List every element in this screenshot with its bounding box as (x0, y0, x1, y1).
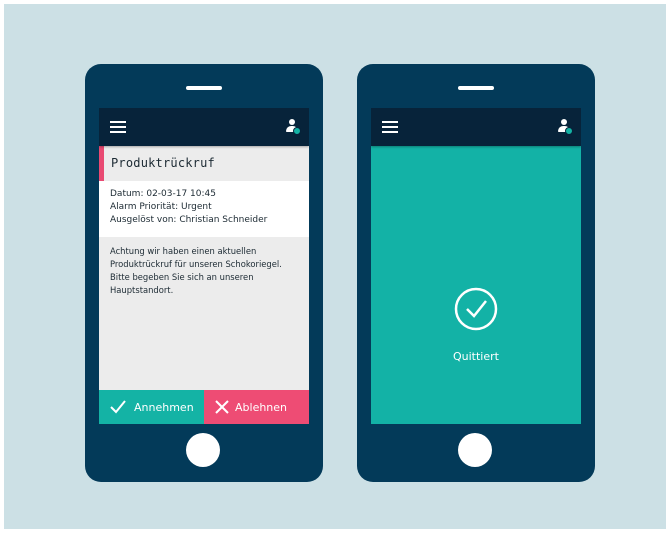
decline-button[interactable]: Ablehnen (204, 390, 309, 424)
alert-message-line: Produktrückruf für unseren Schokoriegel. (110, 259, 282, 269)
alert-title: Produktrückruf (111, 156, 215, 170)
phone-speaker (186, 86, 222, 90)
alert-message-line: Hauptstandort. (110, 285, 174, 295)
alert-meta-card: Datum: 02-03-17 10:45 Alarm Priorität: U… (99, 181, 309, 237)
alert-triggered-by: Ausgelöst von: Christian Schneider (110, 215, 268, 225)
home-button[interactable] (458, 433, 492, 467)
x-icon (215, 400, 229, 414)
alert-priority: Alarm Priorität: Urgent (110, 202, 212, 212)
confirmed-status-label: Quittiert (453, 350, 499, 363)
alert-actions: Annehmen Ablehnen (99, 390, 309, 424)
decline-button-label: Ablehnen (235, 401, 288, 414)
app-bar (99, 108, 309, 146)
checkmark-icon (110, 400, 126, 414)
phone-confirmed: Quittiert (357, 64, 595, 482)
user-status-icon[interactable] (557, 119, 573, 135)
home-button[interactable] (186, 433, 220, 467)
alert-date: Datum: 02-03-17 10:45 (110, 189, 216, 199)
illustration-background: Produktrückruf Datum: 02-03-17 10:45 Ala… (4, 4, 666, 529)
circle-check-icon (454, 287, 498, 331)
app-bar (371, 108, 581, 146)
hamburger-menu-icon[interactable] (382, 121, 398, 133)
accept-button-label: Annehmen (134, 401, 194, 414)
confirmed-screen: Quittiert (371, 108, 581, 424)
alert-screen: Produktrückruf Datum: 02-03-17 10:45 Ala… (99, 108, 309, 424)
phone-speaker (458, 86, 494, 90)
hamburger-menu-icon[interactable] (110, 121, 126, 133)
alert-message-line: Achtung wir haben einen aktuellen (110, 246, 257, 256)
alert-message: Achtung wir haben einen aktuellen Produk… (110, 245, 302, 297)
user-status-icon[interactable] (285, 119, 301, 135)
accept-button[interactable]: Annehmen (99, 390, 204, 424)
phone-alert: Produktrückruf Datum: 02-03-17 10:45 Ala… (85, 64, 323, 482)
alert-title-bar: Produktrückruf (99, 146, 309, 181)
alert-message-line: Bitte begeben Sie sich an unseren (110, 272, 254, 282)
